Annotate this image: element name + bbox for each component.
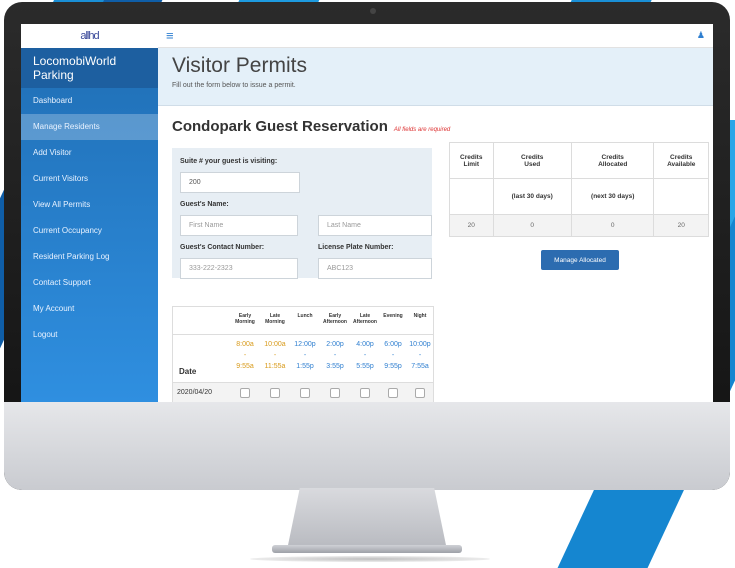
guest-form: Suite # your guest is visiting: 200 Gues… — [172, 148, 432, 279]
sidebar-item-current-occupancy[interactable]: Current Occupancy — [21, 218, 158, 244]
credits-subheader: (last 30 days) — [492, 178, 572, 215]
period-header: Early Afternoon — [323, 313, 347, 325]
time-range: 10:00p -7:55a — [409, 341, 431, 370]
sidebar: allhd LocomobiWorld Parking Dashboard Ma… — [21, 24, 158, 402]
sidebar-item-add-visitor[interactable]: Add Visitor — [21, 140, 158, 166]
camera-dot — [370, 8, 376, 14]
slot-checkbox[interactable] — [360, 388, 370, 398]
page-header: Visitor Permits Fill out the form below … — [158, 48, 713, 106]
period-header: Night — [413, 313, 427, 319]
time-range: 10:00a -11:55a — [264, 341, 286, 370]
page-title: Visitor Permits — [172, 54, 307, 77]
topbar: ≡ ♟ — [158, 24, 713, 48]
time-ranges: Date 8:00a -9:55a 10:00a -11:55a 12:00p -1:… — [173, 335, 433, 383]
stand-shadow — [250, 556, 490, 562]
period-header: Late Morning — [265, 313, 285, 325]
sidebar-item-logout[interactable]: Logout — [21, 322, 158, 348]
reservation-title-text: Condopark Guest Reservation — [172, 118, 388, 135]
table-row: 2020/04/20 — [173, 383, 433, 402]
credits-table: Credits Limit Credits Used Credits Allocate… — [449, 142, 709, 237]
sidebar-item-resident-parking-log[interactable]: Resident Parking Log — [21, 244, 158, 270]
credits-limit-header: Credits Limit — [449, 142, 494, 179]
contact-number-label: Guest's Contact Number: — [180, 244, 265, 251]
sidebar-item-manage-residents[interactable]: Manage Residents — [21, 114, 158, 140]
time-range: 12:00p -1:55p — [294, 341, 316, 370]
credits-allocated-header: Credits Allocated — [570, 142, 655, 179]
monitor-stand — [287, 488, 447, 550]
page-subtitle: Fill out the form below to issue a permi… — [172, 82, 296, 89]
first-name-input[interactable]: First Name — [180, 215, 298, 236]
period-header: Early Morning — [235, 313, 255, 325]
sidebar-item-current-visitors[interactable]: Current Visitors — [21, 166, 158, 192]
sidebar-item-my-account[interactable]: My Account — [21, 296, 158, 322]
credits-subheader: (next 30 days) — [570, 178, 655, 215]
credits-used-value: 0 — [492, 214, 572, 237]
logo-area[interactable]: allhd — [21, 24, 158, 48]
time-range: 2:00p -3:55p — [326, 341, 344, 370]
plate-label: License Plate Number: — [318, 244, 394, 251]
guest-name-label: Guest's Name: — [180, 201, 229, 208]
time-range: 8:00a -9:55a — [236, 341, 254, 370]
monitor-stand-base — [272, 545, 462, 553]
monitor-chin — [4, 402, 730, 490]
period-header: Late Afternoon — [353, 313, 377, 325]
credits-allocated-value: 0 — [570, 214, 655, 237]
hamburger-menu-icon[interactable]: ≡ — [166, 28, 174, 43]
suite-input[interactable]: 200 — [180, 172, 300, 193]
slot-checkbox[interactable] — [270, 388, 280, 398]
contact-number-input[interactable]: 333-222-2323 — [180, 258, 298, 279]
time-range: 4:00p -5:55p — [356, 341, 374, 370]
plate-input[interactable]: ABC123 — [318, 258, 432, 279]
brand-title: LocomobiWorld Parking — [21, 48, 158, 88]
credits-limit-value: 20 — [449, 214, 494, 237]
credits-subheader — [653, 178, 709, 215]
last-name-input[interactable]: Last Name — [318, 215, 432, 236]
time-range: 6:00p -9:55p — [384, 341, 402, 370]
user-icon[interactable]: ♟ — [697, 30, 705, 41]
sidebar-item-contact-support[interactable]: Contact Support — [21, 270, 158, 296]
schedule-header: Early Morning Late Morning Lunch Early Afte… — [173, 307, 433, 335]
credits-available-value: 20 — [653, 214, 709, 237]
period-header: Evening — [383, 313, 403, 319]
row-date: 2020/04/20 — [177, 389, 213, 396]
main-content: Condopark Guest Reservation All fields ar… — [158, 106, 713, 402]
sidebar-item-view-all-permits[interactable]: View All Permits — [21, 192, 158, 218]
credits-used-header: Credits Used — [492, 142, 572, 179]
slot-checkbox[interactable] — [388, 388, 398, 398]
credits-subheader — [449, 178, 494, 215]
required-note: All fields are required — [393, 127, 451, 133]
slot-checkbox[interactable] — [415, 388, 425, 398]
brand-logo: allhd — [80, 30, 99, 42]
sidebar-nav: Dashboard Manage Residents Add Visitor C… — [21, 88, 158, 348]
period-header: Lunch — [297, 313, 313, 319]
sidebar-item-dashboard[interactable]: Dashboard — [21, 88, 158, 114]
reservation-title: Condopark Guest Reservation All fields ar… — [172, 118, 699, 135]
slot-checkbox[interactable] — [300, 388, 310, 398]
suite-label: Suite # your guest is visiting: — [180, 158, 278, 165]
slot-checkbox[interactable] — [330, 388, 340, 398]
slot-checkbox[interactable] — [240, 388, 250, 398]
credits-available-header: Credits Available — [653, 142, 709, 179]
schedule-table: Early Morning Late Morning Lunch Early Afte… — [172, 306, 434, 402]
date-column-label: Date — [179, 367, 197, 376]
manage-allocated-button[interactable]: Manage Allocated — [541, 250, 619, 270]
app-screen: allhd LocomobiWorld Parking Dashboard Ma… — [21, 24, 713, 402]
